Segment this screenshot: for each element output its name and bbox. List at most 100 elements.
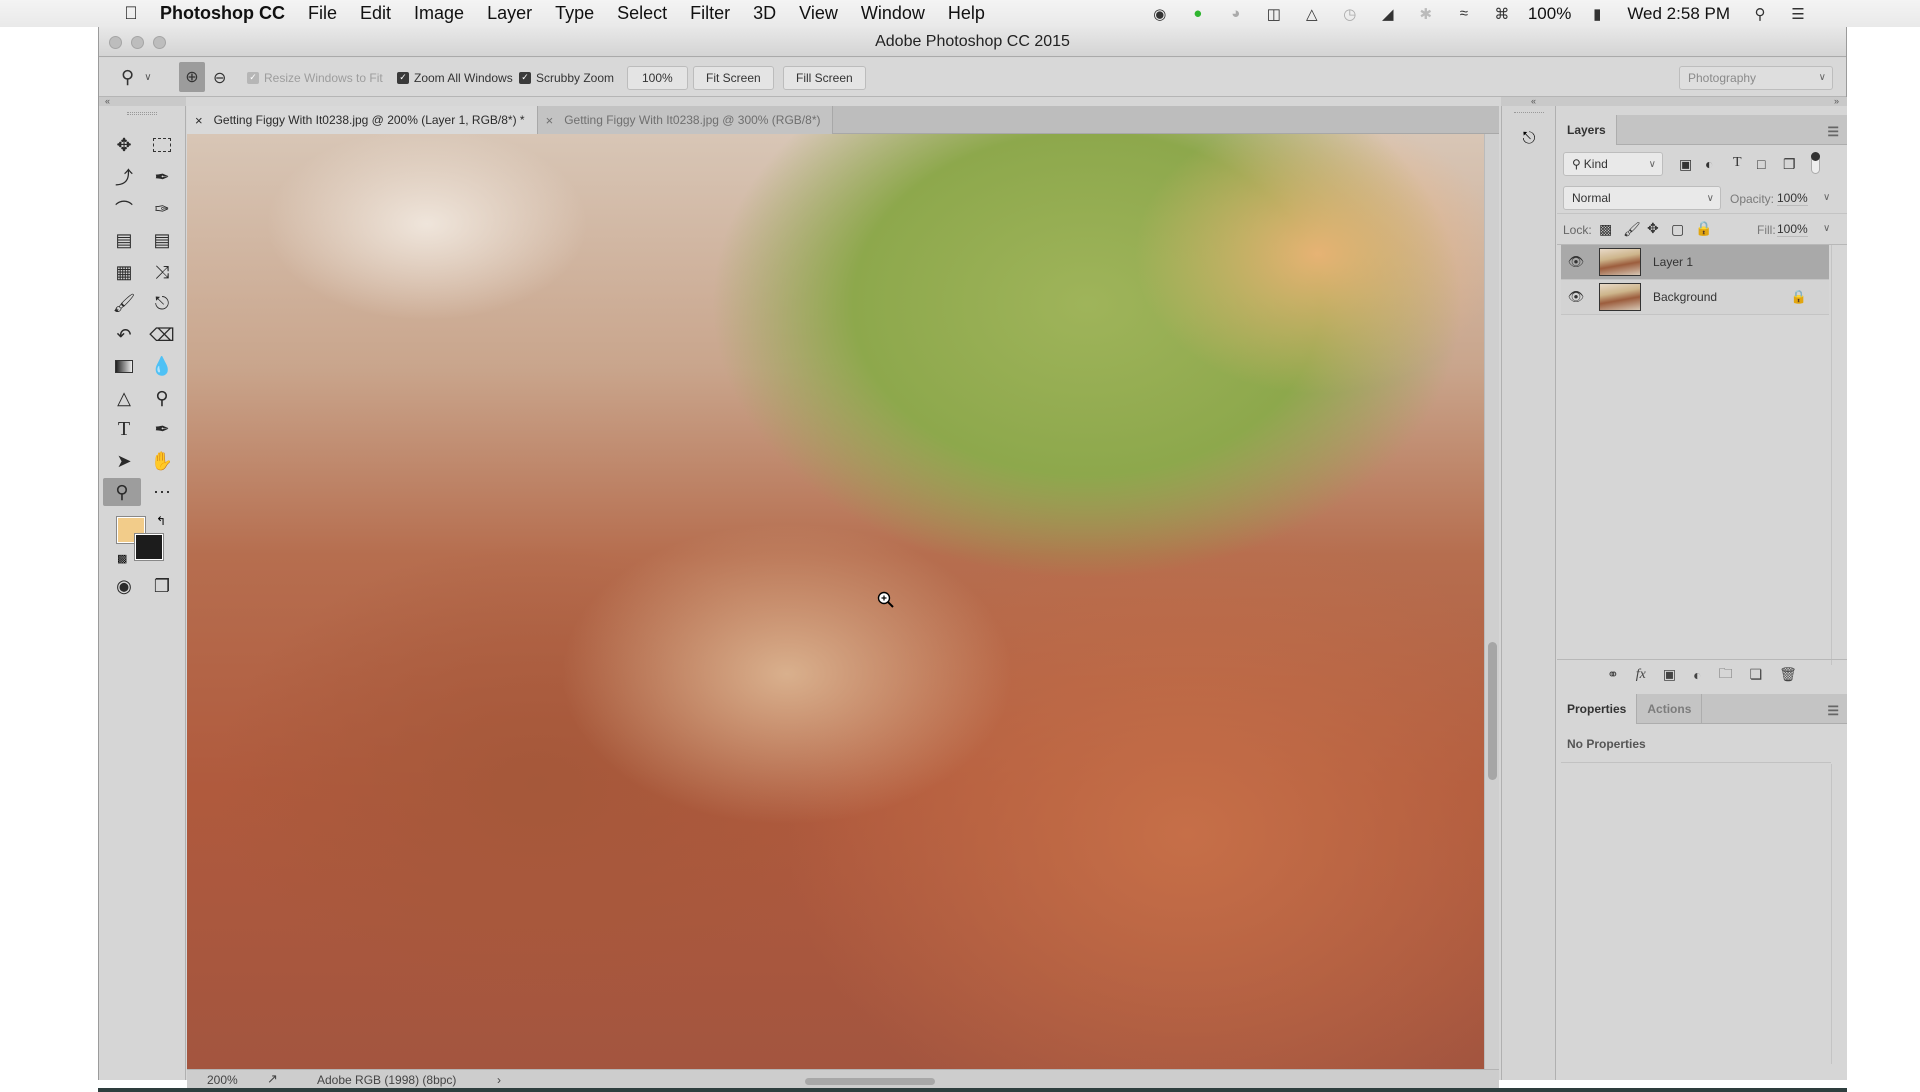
pen-tool[interactable]: ✒ — [145, 415, 179, 443]
menu-3d[interactable]: 3D — [753, 3, 776, 24]
status-menu-chevron-icon[interactable]: › — [497, 1073, 501, 1087]
horizontal-scroll-thumb[interactable] — [805, 1078, 935, 1085]
record-icon[interactable]: ◉ — [1148, 5, 1172, 23]
blend-mode-select[interactable]: Normal ∨ — [1563, 186, 1721, 210]
dock-grip[interactable] — [1514, 112, 1544, 115]
new-layer-icon[interactable]: ❏ — [1750, 666, 1763, 683]
fit-screen-button[interactable]: Fit Screen — [693, 65, 774, 90]
lock-position-icon[interactable]: ✥ — [1647, 220, 1659, 237]
menu-select[interactable]: Select — [617, 3, 667, 24]
quick-mask-button[interactable]: ◉ — [107, 572, 141, 600]
artboard-tool[interactable]: ▦ — [107, 258, 141, 286]
type-tool[interactable]: T — [107, 415, 141, 443]
sidebar-icon[interactable]: ◫ — [1262, 5, 1286, 23]
marquee-tool[interactable] — [145, 131, 179, 159]
wifi-icon[interactable]: ≈ — [1452, 5, 1476, 23]
lock-artboard-icon[interactable]: ▢ — [1671, 221, 1684, 238]
opacity-chevron-icon[interactable]: ∨ — [1823, 192, 1830, 203]
headphones-icon[interactable]: ◕ — [1224, 5, 1248, 23]
layer-filter-kind-select[interactable]: ⚲ Kind ∨ — [1563, 152, 1663, 176]
menu-filter[interactable]: Filter — [690, 3, 730, 24]
gradient-tool[interactable] — [107, 352, 141, 380]
tab-properties[interactable]: Properties — [1557, 694, 1638, 724]
opacity-field[interactable]: 100% — [1777, 191, 1808, 206]
lock-image-pixels-icon[interactable]: 🖌 — [1623, 221, 1641, 238]
battery-icon[interactable]: ▮ — [1585, 5, 1609, 23]
healing-brush-tool[interactable]: ▤ — [145, 226, 179, 254]
export-icon[interactable]: ↗ — [267, 1071, 278, 1087]
close-window-button[interactable] — [109, 36, 122, 49]
tool-preset-picker[interactable]: ⚲ ∨ — [121, 58, 152, 97]
layer-lock-icon[interactable]: 🔒 — [1791, 289, 1807, 305]
brush-tool[interactable]: 🖌 — [107, 289, 141, 317]
fill-screen-button[interactable]: Fill Screen — [783, 65, 866, 90]
adjustment-layer-icon[interactable]: ◐ — [1693, 667, 1701, 683]
panel-menu-icon[interactable]: ☰ — [1827, 703, 1839, 719]
menu-help[interactable]: Help — [948, 3, 985, 24]
apple-menu-icon[interactable]:  — [122, 3, 140, 24]
menu-image[interactable]: Image — [414, 3, 464, 24]
tab-document-300[interactable]: × Getting Figgy With It0238.jpg @ 300% (… — [537, 106, 834, 134]
layer-row-layer-1[interactable]: 👁 Layer 1 — [1561, 245, 1829, 280]
spotlight-search-icon[interactable]: ⚲ — [1748, 5, 1772, 23]
minimize-window-button[interactable] — [131, 36, 144, 49]
quick-selection-tool[interactable]: ✒ — [145, 163, 179, 191]
menu-window[interactable]: Window — [861, 3, 925, 24]
zoom-window-button[interactable] — [153, 36, 166, 49]
close-tab-icon[interactable]: × — [195, 113, 203, 128]
move-tool[interactable]: ✥ — [107, 131, 141, 159]
properties-scrollbar[interactable] — [1831, 764, 1843, 1064]
clone-stamp-tool[interactable]: ⎋ — [145, 289, 179, 317]
blur-tool[interactable]: 💧 — [145, 352, 179, 380]
add-mask-icon[interactable]: ▣ — [1663, 666, 1676, 683]
volume-icon[interactable]: ◢ — [1376, 5, 1400, 23]
filter-type-layers-icon[interactable]: T — [1733, 155, 1742, 171]
menu-type[interactable]: Type — [555, 3, 594, 24]
airplay-icon[interactable]: △ — [1300, 5, 1324, 23]
edit-toolbar-button[interactable]: ⋯ — [145, 478, 179, 506]
content-aware-move-tool[interactable]: ⤨ — [145, 258, 179, 286]
visibility-eye-icon[interactable]: 👁 — [1561, 254, 1591, 270]
zoom-out-mode-button[interactable]: ⊖ — [213, 58, 226, 97]
document-canvas[interactable] — [187, 134, 1484, 1069]
zoom-tool[interactable]: ⚲ — [103, 478, 141, 506]
wechat-icon[interactable]: ● — [1186, 5, 1210, 23]
tab-actions[interactable]: Actions — [1637, 694, 1703, 724]
history-brush-tool[interactable]: ↶ — [107, 321, 141, 349]
toolbar-grip[interactable] — [127, 112, 157, 115]
vertical-scrollbar[interactable] — [1484, 134, 1499, 1069]
hand-tool[interactable]: ✋ — [145, 447, 179, 475]
toolbar-collapse-toggle[interactable]: « — [99, 97, 186, 106]
notification-center-icon[interactable]: ☰ — [1786, 5, 1810, 23]
clock[interactable]: Wed 2:58 PM — [1627, 4, 1730, 24]
spot-healing-tool[interactable]: ▤ — [107, 226, 141, 254]
bluetooth-icon[interactable]: ✱ — [1414, 5, 1438, 23]
layer-style-fx-icon[interactable]: fx — [1636, 667, 1646, 683]
filter-toggle-switch[interactable] — [1811, 152, 1820, 174]
background-color-swatch[interactable] — [134, 533, 164, 561]
lock-all-icon[interactable]: 🔒 — [1695, 220, 1712, 237]
zoom-in-mode-button[interactable]: ⊕ — [179, 62, 205, 92]
layer-name[interactable]: Background — [1653, 290, 1717, 304]
tab-layers[interactable]: Layers — [1557, 115, 1617, 145]
visibility-eye-icon[interactable]: 👁 — [1561, 289, 1591, 305]
dock-collapse-toggle[interactable]: « — [1531, 97, 1536, 106]
layers-scrollbar[interactable] — [1831, 245, 1843, 665]
menu-edit[interactable]: Edit — [360, 3, 391, 24]
workspace-switcher[interactable]: Photography ∨ — [1679, 65, 1833, 90]
filter-adjustment-layers-icon[interactable]: ◐ — [1705, 156, 1713, 172]
zoom-level-field[interactable]: 200% — [207, 1073, 238, 1087]
clone-source-panel-button[interactable]: ⎋ — [1512, 124, 1546, 154]
panels-collapse-toggle[interactable]: » — [1834, 97, 1839, 106]
crop-tool[interactable]: ⌒ — [107, 195, 141, 223]
resize-windows-checkbox[interactable]: ✓ Resize Windows to Fit — [247, 58, 383, 97]
layer-row-background[interactable]: 👁 Background 🔒 — [1561, 280, 1829, 315]
eraser-tool[interactable]: ⌫ — [145, 321, 179, 349]
menu-view[interactable]: View — [799, 3, 838, 24]
vertical-scroll-thumb[interactable] — [1488, 642, 1497, 780]
delete-layer-trash-icon[interactable]: 🗑 — [1779, 666, 1797, 683]
menu-app-name[interactable]: Photoshop CC — [160, 3, 285, 24]
zoom-100-button[interactable]: 100% — [627, 65, 688, 90]
zoom-all-windows-checkbox[interactable]: ✓ Zoom All Windows — [397, 58, 513, 97]
screen-mode-button[interactable]: ❐ — [145, 572, 179, 600]
